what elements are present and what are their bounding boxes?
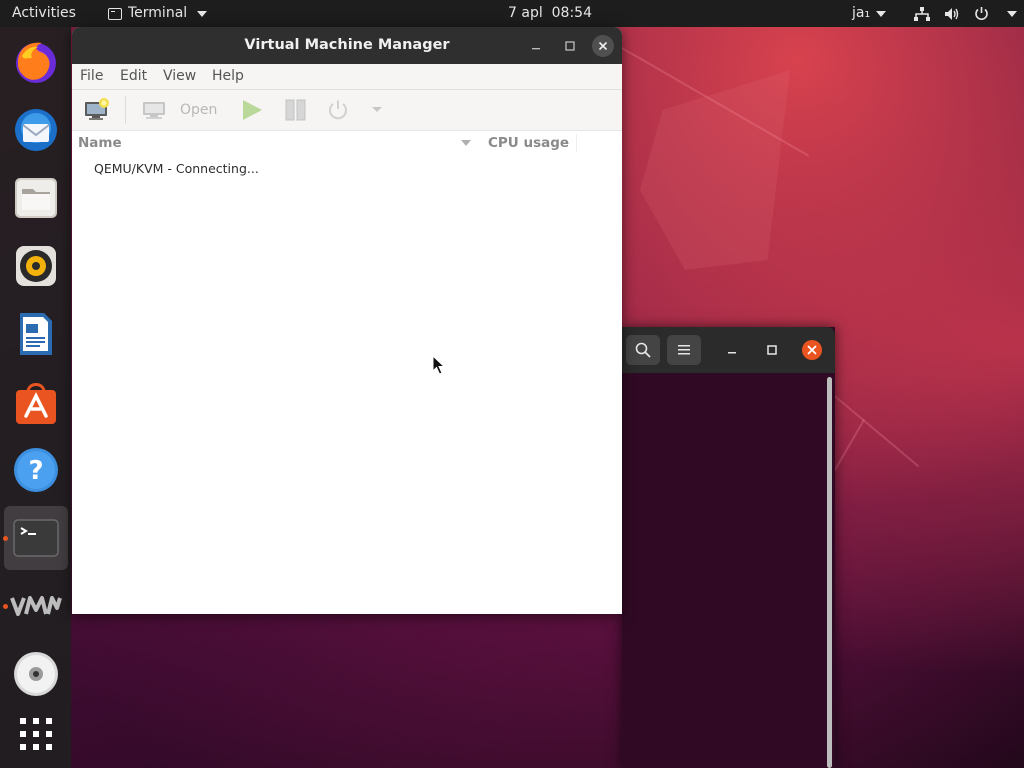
menu-view[interactable]: View [163, 64, 196, 89]
terminal-icon [13, 519, 59, 557]
minimize-icon [728, 352, 736, 354]
shutdown-menu-button[interactable] [372, 96, 382, 124]
wallpaper-line [833, 395, 920, 468]
virt-manager-icon [10, 596, 62, 616]
terminal-headerbar[interactable] [622, 327, 835, 373]
new-vm-icon [85, 98, 109, 120]
maximize-icon [767, 345, 777, 355]
system-menu[interactable] [914, 0, 1017, 27]
pause-button[interactable] [285, 96, 307, 124]
console-icon [143, 102, 165, 119]
terminal-close-button[interactable] [795, 335, 829, 365]
chevron-down-icon [372, 107, 382, 112]
firefox-icon [16, 42, 56, 83]
vmm-window[interactable]: Virtual Machine Manager File Edit View H… [72, 27, 622, 614]
close-icon [802, 340, 822, 360]
connection-label: QEMU/KVM - Connecting... [94, 161, 259, 176]
column-cpu-usage[interactable]: CPU usage [488, 131, 569, 155]
hamburger-icon [678, 345, 690, 355]
maximize-icon [565, 41, 575, 51]
network-icon [914, 6, 930, 21]
terminal-menu-button[interactable] [667, 335, 701, 365]
dock-item-writer[interactable] [4, 302, 68, 366]
list-item[interactable]: QEMU/KVM - Connecting... [72, 157, 622, 181]
new-vm-button[interactable] [84, 96, 112, 124]
dock-item-thunderbird[interactable] [4, 98, 68, 162]
writer-icon [20, 313, 52, 355]
toolbar: Open [72, 90, 622, 131]
minimize-icon [532, 48, 540, 50]
close-icon [598, 41, 608, 51]
dock-item-virt-manager[interactable] [4, 574, 68, 638]
open-button[interactable]: Open [142, 96, 217, 124]
pause-icon [285, 99, 306, 121]
column-separator [576, 134, 577, 152]
open-button-label: Open [180, 102, 218, 118]
help-icon: ? [14, 448, 58, 492]
menu-edit[interactable]: Edit [120, 64, 147, 89]
top-bar: Activities Terminal 7 apl 08:54 ja₁ [0, 0, 1024, 27]
toolbar-separator [125, 96, 126, 124]
input-lang-label: ja₁ [852, 5, 871, 21]
column-name[interactable]: Name [78, 131, 122, 155]
software-store-icon [16, 383, 56, 424]
terminal-search-button[interactable] [626, 335, 660, 365]
menu-file[interactable]: File [80, 64, 103, 89]
disc-icon [14, 652, 58, 696]
sort-chevron-down-icon [461, 140, 471, 146]
terminal-window[interactable] [622, 327, 835, 768]
chevron-down-icon [876, 10, 887, 17]
power-icon [975, 7, 988, 21]
terminal-minimize-button[interactable] [715, 335, 749, 365]
maximize-button[interactable] [559, 35, 581, 57]
shutdown-button[interactable] [327, 96, 349, 124]
run-button[interactable] [240, 96, 264, 124]
app-grid-icon [20, 718, 52, 750]
volume-icon [945, 7, 959, 20]
menu-bar: File Edit View Help [72, 64, 622, 90]
menu-help[interactable]: Help [212, 64, 244, 89]
svg-text:?: ? [28, 456, 43, 486]
rhythmbox-icon [16, 246, 56, 286]
dock-item-terminal[interactable] [4, 506, 68, 570]
close-button[interactable] [592, 35, 614, 57]
clock-label: 7 apl 08:54 [508, 5, 592, 21]
dock-item-disc[interactable] [4, 642, 68, 706]
input-method-menu[interactable]: ja₁ [852, 0, 887, 27]
dock: ? [0, 27, 71, 768]
running-indicator [3, 536, 8, 541]
terminal-scrollbar[interactable] [827, 377, 832, 768]
dock-item-help[interactable]: ? [4, 438, 68, 502]
dock-item-firefox[interactable] [4, 30, 68, 94]
minimize-button[interactable] [525, 35, 547, 57]
running-indicator [3, 604, 8, 609]
files-icon [15, 178, 57, 218]
dock-item-files[interactable] [4, 166, 68, 230]
dock-item-software[interactable] [4, 370, 68, 434]
thunderbird-icon [15, 109, 57, 151]
vmm-titlebar[interactable]: Virtual Machine Manager [72, 27, 622, 64]
show-applications-button[interactable] [4, 702, 68, 766]
play-icon [243, 100, 262, 120]
chevron-down-icon [1007, 10, 1017, 17]
terminal-maximize-button[interactable] [755, 335, 789, 365]
list-header: Name CPU usage [72, 131, 622, 155]
search-icon [635, 342, 651, 358]
dock-item-rhythmbox[interactable] [4, 234, 68, 298]
mouse-pointer-icon [432, 355, 446, 375]
power-icon [329, 100, 347, 120]
